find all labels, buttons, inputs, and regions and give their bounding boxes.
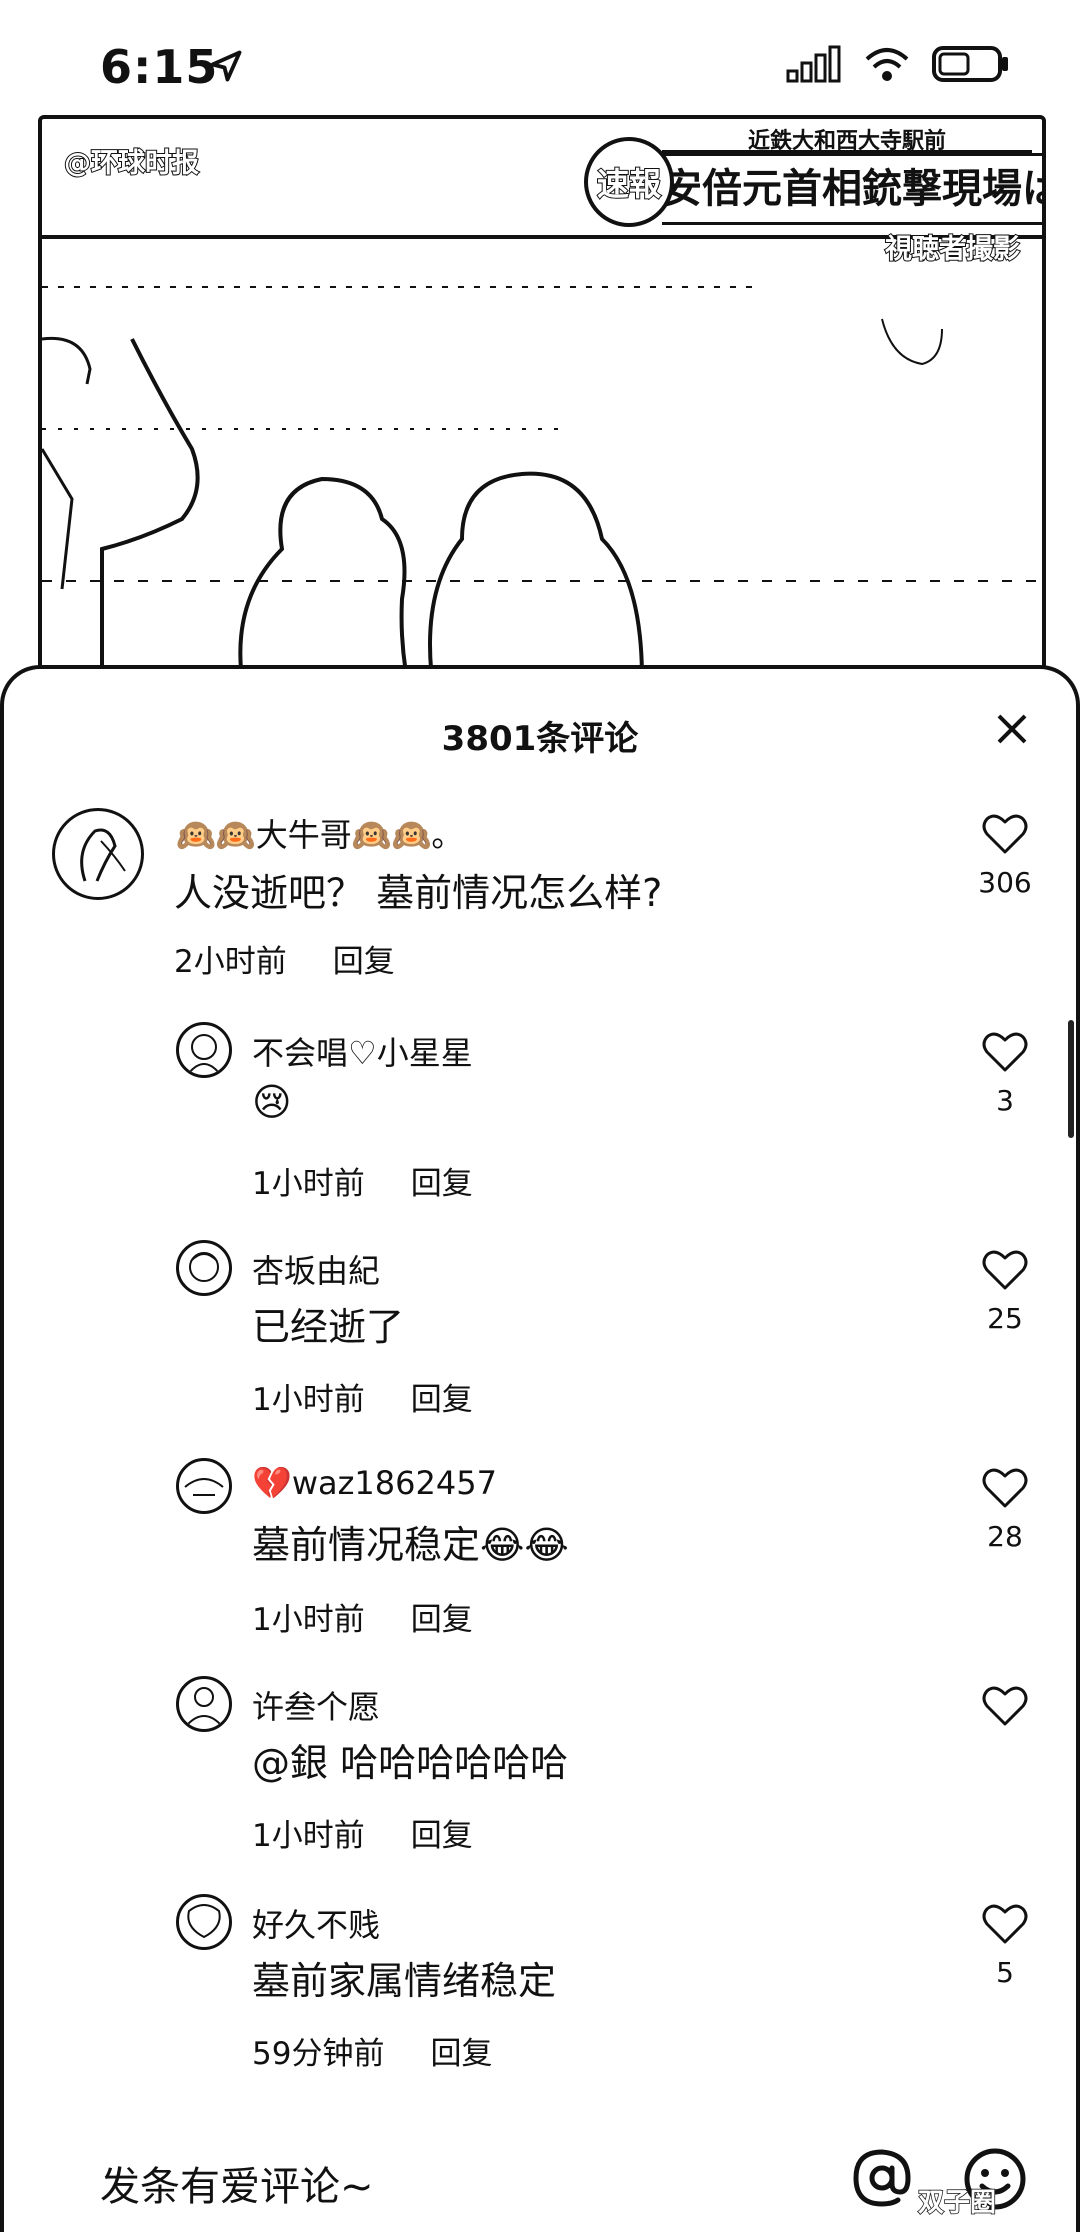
reply-item: 💔waz1862457 墓前情况稳定😂😂 1小时前 回复 28 — [0, 1458, 1080, 1648]
close-icon — [997, 714, 1027, 744]
comment-time: 2小时前 — [174, 944, 287, 980]
mention-button[interactable] — [850, 2146, 914, 2214]
comment-item: 🙉🙉大牛哥🙉🙉。 人没逝吧？ 墓前情况怎么样? 2小时前 回复 306 — [0, 808, 1080, 988]
comment-input-bar[interactable]: 发条有爱评论~ 双子圈 — [0, 2120, 1080, 2232]
heart-icon — [982, 1250, 1028, 1290]
like-button[interactable]: 25 — [970, 1248, 1040, 1335]
reply-meta: 1小时前 回复 — [252, 1374, 473, 1419]
comment-input-placeholder[interactable]: 发条有爱评论~ — [100, 2154, 374, 2212]
like-count: 306 — [978, 866, 1032, 899]
news-subline: 近鉄大和西大寺駅前 — [662, 123, 1032, 153]
battery-icon — [932, 46, 1008, 82]
status-bar: 6:15 — [0, 0, 1080, 110]
reply-username[interactable]: 💔waz1862457 — [252, 1464, 497, 1502]
heart-icon — [982, 1032, 1028, 1072]
reply-time: 1小时前 — [252, 1602, 365, 1638]
reply-button[interactable]: 回复 — [430, 2028, 492, 2073]
reply-text: 已经逝了 — [252, 1305, 405, 1349]
video-player[interactable]: @环球时报 近鉄大和西大寺駅前 安倍元首相銃撃現場は今 速報 視聴者撮影 — [38, 115, 1046, 675]
reply-item: 不会唱♡小星星 😢 1小时前 回复 3 — [0, 1022, 1080, 1212]
reply-meta: 1小时前 回复 — [252, 1810, 473, 1855]
reply-text: 😢 — [252, 1080, 292, 1124]
comment-meta: 2小时前 回复 — [174, 936, 395, 981]
avatar[interactable] — [176, 1022, 232, 1078]
reply-meta: 59分钟前 回复 — [252, 2028, 492, 2073]
reply-text: 墓前家属情绪稳定 — [252, 1959, 557, 2003]
reply-time: 1小时前 — [252, 1818, 365, 1854]
reply-meta: 1小时前 回复 — [252, 1158, 473, 1203]
heart-icon — [982, 1904, 1028, 1944]
at-icon — [853, 2149, 911, 2207]
comment-text: 人没逝吧？ 墓前情况怎么样? — [174, 871, 663, 915]
reply-button[interactable]: 回复 — [411, 1810, 473, 1855]
like-count: 5 — [996, 1956, 1014, 1989]
reply-username[interactable]: 许叁个愿 — [252, 1682, 380, 1728]
comments-count-title: 3801条评论 — [441, 719, 639, 759]
like-button[interactable]: 28 — [970, 1466, 1040, 1553]
news-tag: 速報 — [584, 137, 674, 227]
news-credit: 視聴者撮影 — [884, 233, 1021, 266]
reply-time: 59分钟前 — [252, 2036, 385, 2072]
watermark-handle: @环球时报 — [63, 147, 200, 180]
reply-button[interactable]: 回复 — [411, 1158, 473, 1203]
reply-item: 许叁个愿 @銀 哈哈哈哈哈哈 1小时前 回复 — [0, 1676, 1080, 1866]
reply-username[interactable]: 杏坂由紀 — [252, 1246, 380, 1292]
watermark-corner: 双子圈 — [917, 2187, 997, 2219]
reply-time: 1小时前 — [252, 1166, 365, 1202]
like-button[interactable]: 306 — [970, 812, 1040, 899]
avatar[interactable] — [176, 1894, 232, 1950]
reply-button[interactable]: 回复 — [333, 936, 395, 981]
heart-icon — [982, 1468, 1028, 1508]
news-headline: 安倍元首相銃撃現場は今 — [662, 153, 1042, 225]
avatar[interactable] — [176, 1240, 232, 1296]
reply-username[interactable]: 不会唱♡小星星 — [252, 1028, 473, 1074]
reply-item: 好久不贱 墓前家属情绪稳定 59分钟前 回复 5 — [0, 1894, 1080, 2084]
close-button[interactable] — [992, 709, 1032, 749]
location-arrow-icon — [210, 50, 242, 82]
status-time: 6:15 — [100, 40, 219, 94]
like-button[interactable]: 5 — [970, 1902, 1040, 1989]
like-button[interactable] — [970, 1684, 1040, 1738]
reply-text: 墓前情况稳定😂😂 — [252, 1523, 569, 1567]
heart-icon — [982, 1686, 1028, 1726]
reply-meta: 1小时前 回复 — [252, 1594, 473, 1639]
avatar[interactable] — [176, 1676, 232, 1732]
comments-scrollbar[interactable] — [1068, 1020, 1074, 1138]
reply-text: @銀 哈哈哈哈哈哈 — [252, 1741, 569, 1785]
avatar[interactable] — [176, 1458, 232, 1514]
heart-icon — [982, 814, 1028, 854]
reply-button[interactable]: 回复 — [411, 1594, 473, 1639]
like-button[interactable]: 3 — [970, 1030, 1040, 1117]
reply-item: 杏坂由紀 已经逝了 1小时前 回复 25 — [0, 1240, 1080, 1430]
comment-username[interactable]: 🙉🙉大牛哥🙉🙉。 — [176, 810, 463, 856]
like-count: 25 — [987, 1302, 1023, 1335]
reply-button[interactable]: 回复 — [411, 1374, 473, 1419]
like-count: 28 — [987, 1520, 1023, 1553]
reply-time: 1小时前 — [252, 1382, 365, 1418]
wifi-icon — [865, 48, 909, 81]
like-count: 3 — [996, 1084, 1014, 1117]
avatar[interactable] — [52, 808, 144, 900]
signal-icon — [786, 45, 841, 83]
reply-username[interactable]: 好久不贱 — [252, 1900, 380, 1946]
